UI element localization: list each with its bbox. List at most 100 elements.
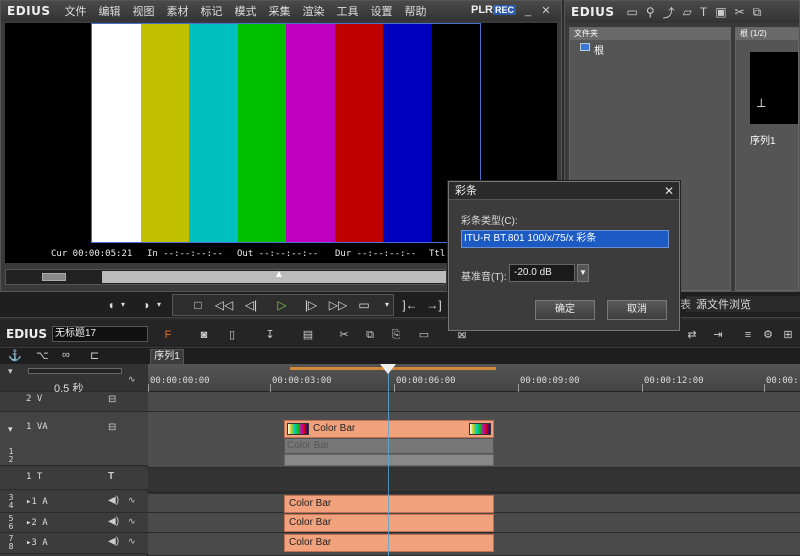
- waveform-icon[interactable]: ∿: [128, 495, 136, 506]
- track-header-va1[interactable]: ▾ 1 VA ⊟ 1 2: [0, 412, 148, 466]
- speaker-icon[interactable]: ◀): [108, 495, 119, 506]
- cancel-button[interactable]: 取消: [607, 300, 667, 320]
- zoom-slider[interactable]: [28, 368, 122, 374]
- tab-sequence-1[interactable]: 序列1: [150, 349, 184, 364]
- menu-help[interactable]: 帮助: [399, 3, 433, 19]
- menu-settings[interactable]: 设置: [365, 3, 399, 19]
- copy-icon[interactable]: ⧉: [362, 328, 378, 342]
- menu-render[interactable]: 渲染: [297, 3, 331, 19]
- track-t1[interactable]: [148, 468, 800, 492]
- speaker-icon[interactable]: ◀): [108, 516, 119, 527]
- copy-icon[interactable]: ⧉: [749, 5, 766, 20]
- close-icon[interactable]: ✕: [539, 4, 553, 18]
- root-folder-icon[interactable]: [580, 43, 590, 51]
- root-folder[interactable]: 根: [594, 42, 604, 57]
- search-icon[interactable]: ⚲: [642, 5, 659, 19]
- track-a2[interactable]: Color Bar: [148, 513, 800, 533]
- linked-audio-clip[interactable]: Color Bar: [284, 438, 494, 454]
- paste-icon[interactable]: ⎘: [388, 328, 404, 342]
- bar-type-select[interactable]: ITU-R BT.801 100/x/75/x 彩条 ▼: [461, 230, 669, 248]
- new-file-icon[interactable]: ▯: [224, 328, 240, 342]
- save-icon[interactable]: ▤: [300, 328, 316, 342]
- track-ripple-icon[interactable]: ⊏: [90, 349, 99, 362]
- menu-tools[interactable]: 工具: [331, 3, 365, 19]
- chevron-down-icon[interactable]: ▼: [577, 264, 589, 282]
- next-edit-icon[interactable]: →]: [424, 296, 444, 314]
- audio-clip-a2[interactable]: Color Bar: [284, 514, 494, 532]
- cut-icon[interactable]: ✂: [731, 5, 749, 19]
- rec-mode-button[interactable]: REC: [493, 5, 517, 15]
- shuttle-knob[interactable]: [42, 273, 66, 281]
- more-icon[interactable]: ⊞: [780, 328, 796, 342]
- minimize-icon[interactable]: _: [521, 4, 535, 18]
- track-header-v2[interactable]: 2 V ⊟: [0, 392, 148, 412]
- audio-clip-a3[interactable]: Color Bar: [284, 534, 494, 552]
- ok-button[interactable]: 确定: [535, 300, 595, 320]
- reference-tone-input[interactable]: -20.0 dB: [509, 264, 575, 282]
- set-out-dropdown-icon[interactable]: ▾: [154, 296, 164, 314]
- video-mute-icon[interactable]: ⊟: [108, 394, 116, 405]
- menu-edit[interactable]: 编辑: [93, 3, 127, 19]
- set-in-icon[interactable]: ◖: [104, 296, 118, 314]
- va-collapse-icon[interactable]: ▾: [8, 424, 13, 435]
- track-a1[interactable]: Color Bar: [148, 494, 800, 513]
- cut-icon[interactable]: ✂: [336, 328, 352, 342]
- playhead-handle-icon[interactable]: [380, 364, 396, 374]
- video-clip[interactable]: Color Bar: [284, 420, 494, 438]
- track-va1[interactable]: Color Bar Color Bar: [148, 412, 800, 468]
- play-icon[interactable]: ▷: [274, 296, 290, 314]
- collapse-icon[interactable]: ▾: [8, 366, 13, 377]
- menu-marker[interactable]: 标记: [195, 3, 229, 19]
- linked-audio-clip-2[interactable]: [284, 454, 494, 466]
- list-icon[interactable]: ≡: [740, 328, 756, 342]
- up-folder-icon[interactable]: ⤴: [659, 4, 679, 21]
- audio-clip-a1[interactable]: Color Bar: [284, 495, 494, 513]
- set-in-dropdown-icon[interactable]: ▾: [118, 296, 128, 314]
- settings-icon[interactable]: ⚙: [760, 328, 776, 342]
- track-header-a3[interactable]: 7 8 ▸3 A ◀) ∿: [0, 533, 148, 554]
- camera-icon[interactable]: ◙: [196, 328, 212, 342]
- scrub-bar[interactable]: ▲: [5, 269, 446, 285]
- track-a3[interactable]: Color Bar: [148, 533, 800, 556]
- new-sequence-icon[interactable]: F: [160, 328, 176, 342]
- waveform-icon[interactable]: ∿: [128, 536, 136, 547]
- video-mute-icon[interactable]: ⊟: [108, 422, 116, 433]
- track-header-t1[interactable]: 1 T T: [0, 468, 148, 490]
- replace-icon[interactable]: ▭: [416, 328, 432, 342]
- track-link-icon[interactable]: ⌥: [36, 349, 49, 362]
- step-forward-icon[interactable]: |▷: [302, 296, 320, 314]
- track-header-a1[interactable]: 3 4 ▸1 A ◀) ∿: [0, 492, 148, 513]
- prev-edit-icon[interactable]: ]←: [400, 296, 420, 314]
- menu-view[interactable]: 视图: [127, 3, 161, 19]
- scrub-playhead-icon[interactable]: ▲: [274, 269, 284, 281]
- speaker-icon[interactable]: ◀): [108, 536, 119, 547]
- menu-clip[interactable]: 素材: [161, 3, 195, 19]
- set-out-icon[interactable]: ◗: [140, 296, 154, 314]
- rewind-icon[interactable]: ◁◁: [214, 296, 234, 314]
- loop-dropdown-icon[interactable]: ▾: [382, 296, 392, 314]
- timeline-ruler[interactable]: 00:00:00:00 00:00:03:00 00:00:06:00 00:0…: [148, 364, 800, 392]
- monitor-icon[interactable]: ▣: [711, 5, 730, 19]
- menu-capture[interactable]: 采集: [263, 3, 297, 19]
- folder-icon[interactable]: ▭: [623, 5, 642, 19]
- stop-icon[interactable]: □: [190, 296, 206, 314]
- step-back-icon[interactable]: ◁|: [242, 296, 260, 314]
- zoom-wave-icon[interactable]: ∿: [128, 374, 136, 385]
- timeline-playhead[interactable]: [388, 364, 389, 556]
- title-icon[interactable]: T: [696, 5, 711, 19]
- loop-icon[interactable]: ▭: [356, 296, 372, 314]
- sync-icon[interactable]: ⇄: [684, 328, 700, 342]
- export-icon[interactable]: ⇥: [710, 328, 726, 342]
- menu-mode[interactable]: 模式: [229, 3, 263, 19]
- track-v2[interactable]: [148, 392, 800, 412]
- track-header-a2[interactable]: 5 6 ▸2 A ◀) ∿: [0, 513, 148, 533]
- new-folder-icon[interactable]: ▱: [679, 5, 696, 19]
- dialog-close-icon[interactable]: ✕: [661, 183, 677, 199]
- open-project-icon[interactable]: ↧: [262, 328, 278, 342]
- plr-mode-button[interactable]: PLR: [471, 4, 493, 16]
- tab-source-browser[interactable]: 源文件浏览: [696, 296, 751, 312]
- track-sync-icon[interactable]: ∞: [62, 349, 70, 361]
- menu-file[interactable]: 文件: [59, 3, 93, 19]
- scrub-track[interactable]: ▲: [102, 269, 446, 283]
- fast-forward-icon[interactable]: ▷▷: [328, 296, 348, 314]
